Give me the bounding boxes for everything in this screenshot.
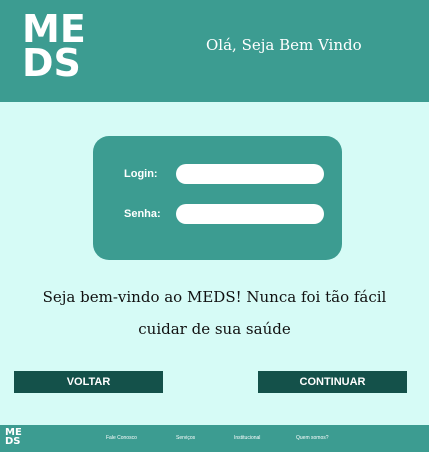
footer-logo[interactable]: ME DS <box>5 428 22 447</box>
footer-logo-line-2: DS <box>5 436 21 447</box>
logo-line-2: DS <box>22 41 81 85</box>
login-input[interactable] <box>176 164 324 184</box>
password-input[interactable] <box>176 204 324 224</box>
password-label: Senha: <box>124 208 161 220</box>
footer-link-contact[interactable]: Fale Conosco <box>106 435 137 441</box>
footer: ME DS Fale Conosco Serviços Instituciona… <box>0 425 429 452</box>
footer-link-services[interactable]: Serviços <box>176 435 195 441</box>
welcome-line-2: cuidar de sua saúde <box>138 320 291 338</box>
continue-button[interactable]: CONTINUAR <box>258 371 407 393</box>
back-button[interactable]: VOLTAR <box>14 371 163 393</box>
welcome-line-1: Seja bem-vindo ao MEDS! Nunca foi tão fá… <box>42 288 387 306</box>
header: ME DS Olá, Seja Bem Vindo <box>0 0 429 102</box>
footer-link-institutional[interactable]: Institucional <box>234 435 260 441</box>
footer-link-about[interactable]: Quem somos? <box>296 435 329 441</box>
greeting-text: Olá, Seja Bem Vindo <box>206 36 362 54</box>
login-label: Login: <box>124 168 158 180</box>
login-card: Login: Senha: <box>93 136 342 260</box>
meds-logo[interactable]: ME DS <box>22 10 86 85</box>
